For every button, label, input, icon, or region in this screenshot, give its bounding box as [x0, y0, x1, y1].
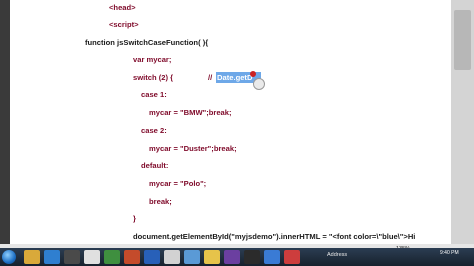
code-line: case 1:	[141, 90, 167, 99]
cmd-icon[interactable]	[244, 250, 260, 264]
comment-slashes: //	[208, 73, 213, 82]
paint-icon[interactable]	[164, 250, 180, 264]
code-line: mycar = "BMW";break;	[149, 108, 232, 117]
start-button-icon[interactable]	[2, 250, 16, 264]
code-line: function jsSwitchCaseFunction( ){	[85, 38, 209, 47]
scrollbar-thumb[interactable]	[454, 10, 471, 70]
app4-icon[interactable]	[284, 250, 300, 264]
taskbar-clock: 9:40 PM	[440, 250, 459, 256]
word-icon[interactable]	[144, 250, 160, 264]
code-line: <head>	[109, 3, 136, 12]
code-line: case 2:	[141, 126, 167, 135]
address-label: Address	[327, 252, 348, 258]
document-page	[10, 0, 452, 244]
code-line: var mycar;	[133, 55, 172, 64]
text-caret-marker	[250, 71, 256, 77]
notepad-icon[interactable]	[84, 250, 100, 264]
mouse-cursor-icon	[253, 78, 265, 90]
browser-icon[interactable]	[44, 250, 60, 264]
explorer-icon[interactable]	[24, 250, 40, 264]
ie-icon[interactable]	[184, 250, 200, 264]
app3-icon[interactable]	[264, 250, 280, 264]
media-icon[interactable]	[64, 250, 80, 264]
code-line: document.getElementById("myjsdemo").inne…	[133, 232, 416, 241]
code-line: mycar = "Polo";	[149, 179, 207, 188]
code-line: switch (2) {	[133, 73, 174, 82]
selected-text[interactable]: Date.getD	[217, 72, 252, 83]
code-line: default:	[141, 161, 169, 170]
code-line: break;	[149, 197, 172, 206]
folder-icon[interactable]	[204, 250, 220, 264]
powerpoint-icon[interactable]	[124, 250, 140, 264]
code-line: <script>	[109, 20, 139, 29]
code-line: mycar = "Duster";break;	[149, 144, 237, 153]
app-icon[interactable]	[104, 250, 120, 264]
app2-icon[interactable]	[224, 250, 240, 264]
code-line: }	[133, 214, 136, 223]
